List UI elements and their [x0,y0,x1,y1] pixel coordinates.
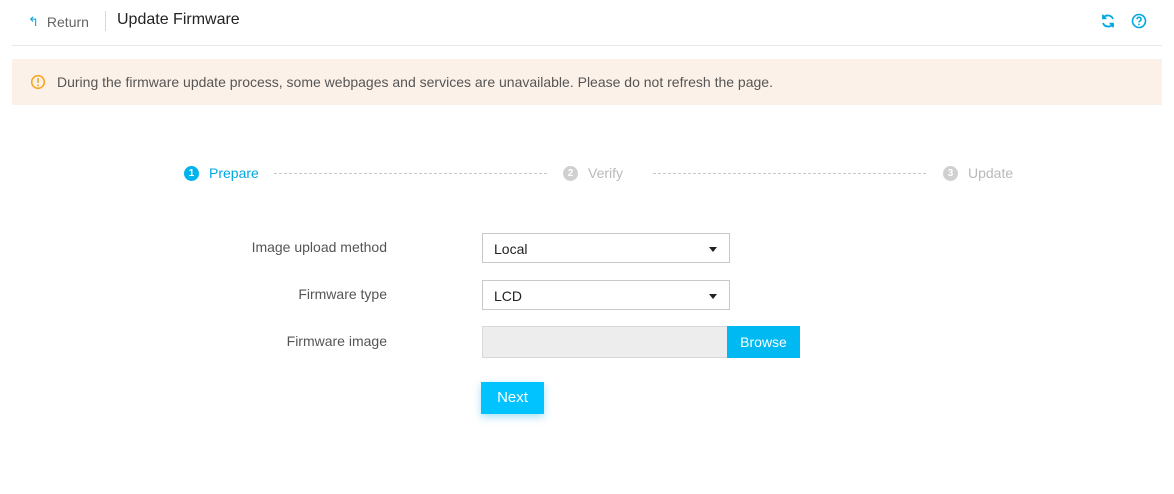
step-label: Verify [588,165,624,181]
page-header: ↰ Return Update Firmware [12,0,1162,46]
firmware-image-field[interactable] [482,326,728,358]
step-label: Prepare [209,165,259,181]
firmware-type-value: LCD [494,288,523,304]
return-label: Return [46,14,89,30]
firmware-image-label: Firmware image [286,333,387,349]
upload-method-value: Local [494,241,528,257]
step-label: Update [968,165,1014,181]
step-connector [274,173,547,174]
alert-text: During the firmware update process, some… [57,74,773,90]
browse-button[interactable]: Browse [727,326,800,358]
step-connector [653,173,926,174]
upload-method-label: Image upload method [251,239,387,255]
warning-icon [30,74,46,90]
step-update: 3 Update [943,164,1013,182]
page-title: Update Firmware [117,11,240,28]
firmware-type-label: Firmware type [298,286,387,302]
help-icon[interactable] [1131,13,1149,31]
caret-down-icon [709,294,717,299]
step-prepare: 1 Prepare [184,164,259,182]
step-number: 2 [563,165,578,181]
step-verify: 2 Verify [563,164,623,182]
next-button[interactable]: Next [481,382,544,414]
step-number: 3 [943,165,958,181]
warning-alert: During the firmware update process, some… [12,59,1162,105]
refresh-icon[interactable] [1100,13,1118,31]
upload-method-select[interactable]: Local [482,233,730,263]
firmware-type-select[interactable]: LCD [482,280,730,310]
step-number: 1 [184,165,199,181]
return-link[interactable]: ↰ Return [28,12,89,32]
return-arrow-icon: ↰ [28,14,39,29]
caret-down-icon [709,247,717,252]
header-divider [105,11,106,31]
